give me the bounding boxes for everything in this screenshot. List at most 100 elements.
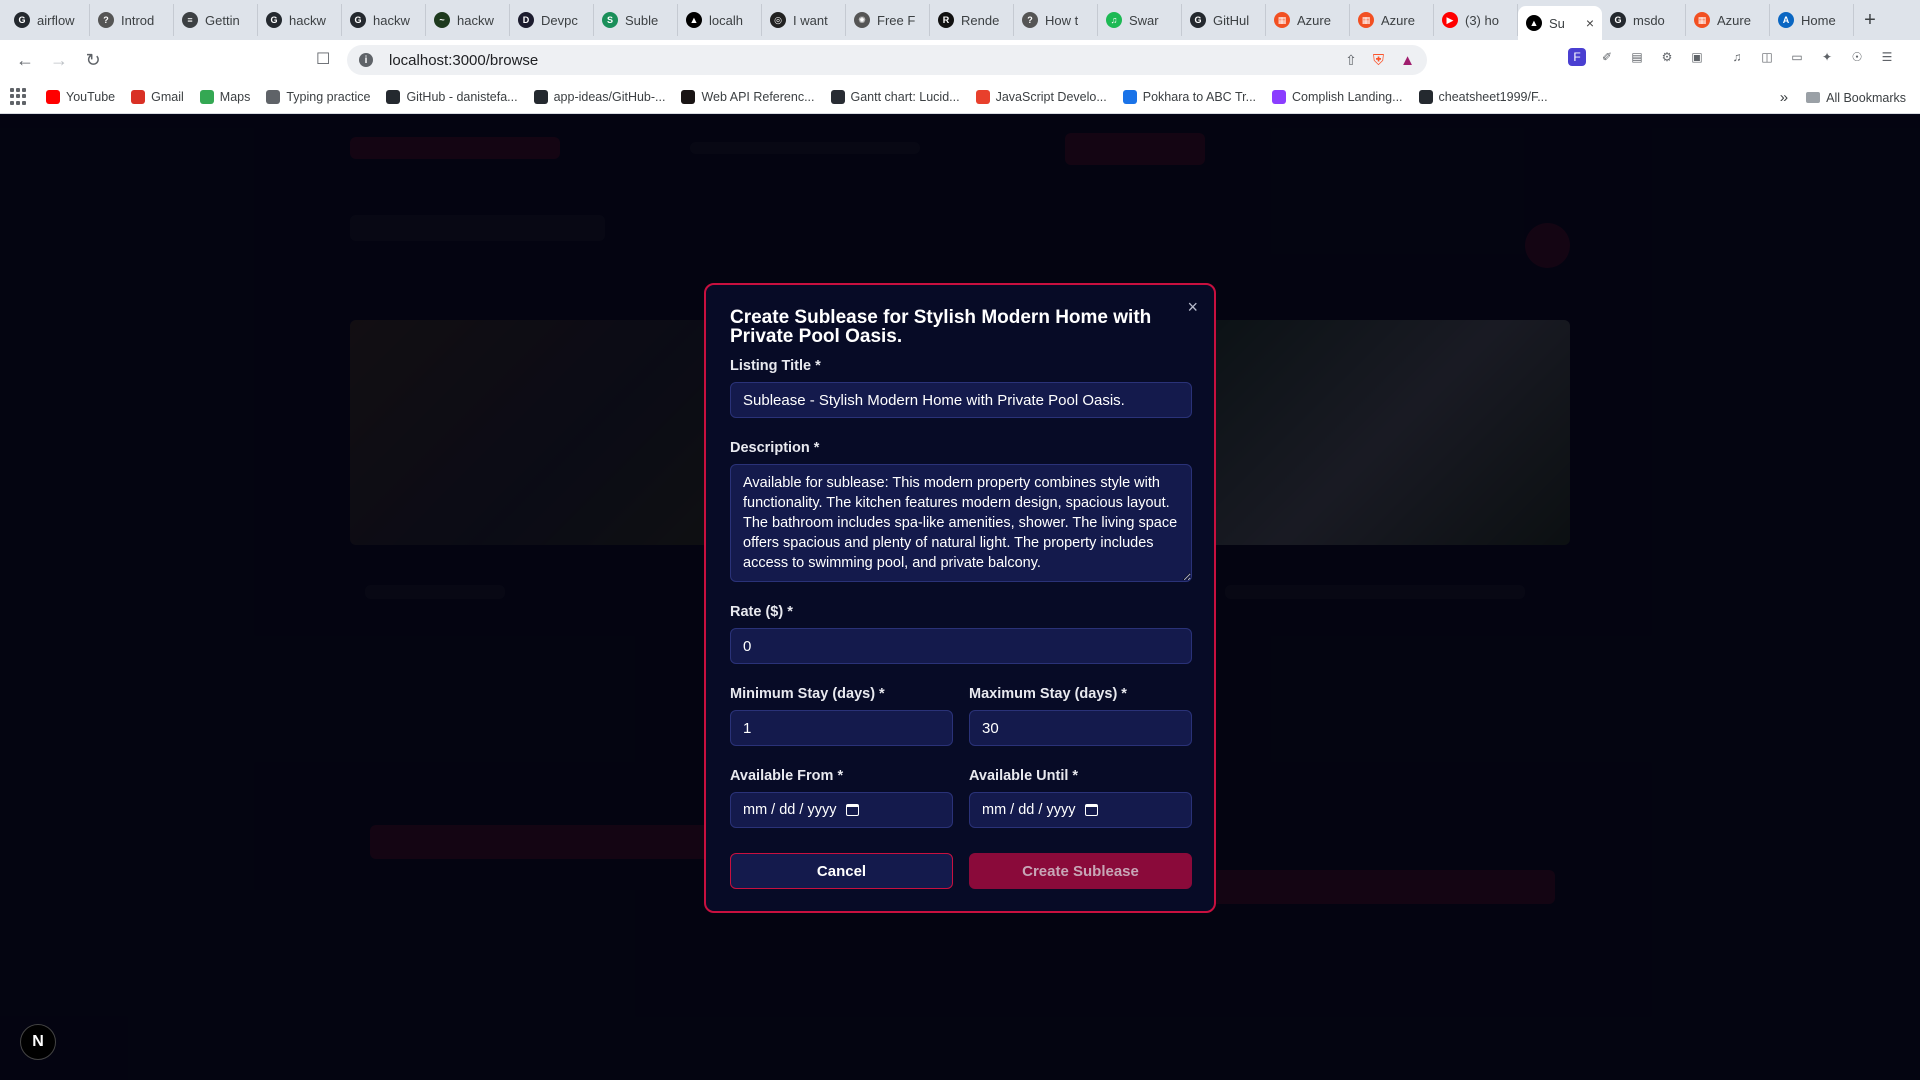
bookmark-label: Web API Referenc...	[701, 89, 815, 104]
menu-icon[interactable]: ☰	[1878, 48, 1896, 66]
bookmark-page-icon[interactable]: ☐	[316, 49, 330, 69]
bookmark-label: Gantt chart: Lucid...	[850, 89, 960, 104]
share-icon[interactable]: ⇧	[1345, 52, 1357, 69]
bookmark-favicon-icon	[131, 89, 146, 104]
bookmark-label: GitHub - danistefa...	[406, 89, 518, 104]
music-icon[interactable]: ♫	[1728, 48, 1746, 66]
bookmark-favicon-icon	[266, 89, 281, 104]
bookmarks-overflow-icon[interactable]: »	[1780, 89, 1788, 106]
stay-row: Minimum Stay (days) * 1 Maximum Stay (da…	[730, 686, 1192, 746]
extension-icon[interactable]: ▤	[1628, 48, 1646, 66]
tab-favicon-icon: G	[350, 12, 366, 28]
puzzle-icon[interactable]: ⚙	[1658, 48, 1676, 66]
reload-icon[interactable]: ↻	[78, 45, 108, 75]
bookmark-item[interactable]: JavaScript Develo...	[975, 89, 1107, 104]
available-from-input[interactable]: mm / dd / yyyy	[730, 792, 953, 828]
vpn-icon[interactable]: ☉	[1848, 48, 1866, 66]
address-bar[interactable]: i localhost:3000/browse ⇧ ⛨ ▲	[347, 45, 1427, 75]
browser-tab[interactable]: ▲ localh	[678, 4, 762, 36]
browser-tab[interactable]: ▦ Azure	[1350, 4, 1434, 36]
extension-icon[interactable]: ▣	[1688, 48, 1706, 66]
description-textarea[interactable]: Available for sublease: This modern prop…	[730, 464, 1192, 582]
bookmark-favicon-icon	[975, 89, 990, 104]
tab-close-icon[interactable]: ×	[1582, 15, 1594, 31]
min-stay-input[interactable]: 1	[730, 710, 953, 746]
extension-icon[interactable]: F	[1568, 48, 1586, 66]
browser-tab[interactable]: ◎ I want	[762, 4, 846, 36]
back-icon[interactable]: ←	[10, 45, 40, 75]
bookmark-item[interactable]: app-ideas/GitHub-...	[533, 89, 665, 104]
extensions-area: F ✐ ▤ ⚙ ▣ ♫ ◫ ▭ ✦ ☉ ☰	[1568, 48, 1896, 66]
bookmark-item[interactable]: Web API Referenc...	[681, 89, 815, 104]
tab-favicon-icon: ▦	[1274, 12, 1290, 28]
apps-grid-icon[interactable]	[10, 87, 28, 106]
leo-ai-icon[interactable]: ✦	[1818, 48, 1836, 66]
tab-label: airflow	[37, 12, 75, 28]
browser-tab[interactable]: Gairflow	[6, 4, 90, 36]
bookmark-item[interactable]: Gantt chart: Lucid...	[830, 89, 960, 104]
site-info-icon[interactable]: i	[359, 53, 373, 67]
browser-tab[interactable]: ✺ Free F	[846, 4, 930, 36]
modal-title: Create Sublease for Stylish Modern Home …	[730, 307, 1152, 347]
browser-tab[interactable]: Ghackw	[342, 4, 426, 36]
bookmark-item[interactable]: Gmail	[131, 89, 184, 104]
browser-tab[interactable]: A Home	[1770, 4, 1854, 36]
browser-tab[interactable]: ? How t	[1014, 4, 1098, 36]
bookmark-label: cheatsheet1999/F...	[1438, 89, 1548, 104]
browser-tab[interactable]: ~ hackw	[426, 4, 510, 36]
bookmark-item[interactable]: Pokhara to ABC Tr...	[1122, 89, 1256, 104]
available-until-input[interactable]: mm / dd / yyyy	[969, 792, 1192, 828]
bookmark-favicon-icon	[830, 89, 845, 104]
browser-tab[interactable]: ♫ Swar	[1098, 4, 1182, 36]
browser-tab[interactable]: Ghackw	[258, 4, 342, 36]
browser-tab[interactable]: ≡ Gettin	[174, 4, 258, 36]
description-label: Description *	[730, 440, 820, 456]
brave-shield-icon[interactable]: ⛨	[1373, 52, 1384, 69]
tab-active[interactable]: ▲ Su ×	[1518, 6, 1602, 40]
browser-tab[interactable]: Gmsdo	[1602, 4, 1686, 36]
calendar-icon[interactable]	[1085, 804, 1099, 816]
url-text: localhost:3000/browse	[389, 51, 539, 69]
bookmark-item[interactable]: YouTube	[46, 89, 115, 104]
brave-rewards-icon[interactable]: ▲	[1400, 52, 1415, 69]
extension-icon[interactable]: ✐	[1598, 48, 1616, 66]
rate-input[interactable]: 0	[730, 628, 1192, 664]
bookmark-item[interactable]: Typing practice	[266, 89, 370, 104]
bookmark-item[interactable]: Maps	[199, 89, 250, 104]
nextjs-dev-badge[interactable]: N	[20, 1024, 56, 1060]
max-stay-input[interactable]: 30	[969, 710, 1192, 746]
calendar-icon[interactable]	[846, 804, 860, 816]
bookmark-favicon-icon	[533, 89, 548, 104]
browser-tab[interactable]: D Devpc	[510, 4, 594, 36]
listing-title-input[interactable]: Sublease - Stylish Modern Home with Priv…	[730, 382, 1192, 418]
new-tab-button[interactable]: +	[1854, 4, 1886, 36]
bookmark-item[interactable]: Complish Landing...	[1272, 89, 1403, 104]
bookmark-favicon-icon	[681, 89, 696, 104]
browser-tab[interactable]: R Rende	[930, 4, 1014, 36]
browser-tab[interactable]: G GitHul	[1182, 4, 1266, 36]
tab-favicon-icon: ?	[98, 12, 114, 28]
browser-tab[interactable]: ▦ Azure	[1686, 4, 1770, 36]
tab-favicon-icon: ◎	[770, 12, 786, 28]
available-from-placeholder: mm / dd / yyyy	[743, 802, 837, 818]
forward-icon[interactable]: →	[44, 45, 74, 75]
browser-tab[interactable]: S Suble	[594, 4, 678, 36]
browser-tab[interactable]: ? Introd	[90, 4, 174, 36]
bookmark-item[interactable]: GitHub - danistefa...	[386, 89, 518, 104]
bookmark-item[interactable]: cheatsheet1999/F...	[1418, 89, 1548, 104]
cancel-button[interactable]: Cancel	[730, 853, 953, 889]
all-bookmarks[interactable]: All Bookmarks	[1806, 91, 1906, 105]
close-icon[interactable]: ×	[1187, 297, 1198, 318]
tab-label: Introd	[121, 12, 155, 28]
browser-tab[interactable]: ▦ Azure	[1266, 4, 1350, 36]
sidebar-icon[interactable]: ◫	[1758, 48, 1776, 66]
create-sublease-button[interactable]: Create Sublease	[969, 853, 1192, 889]
tab-favicon-icon: ▲	[686, 12, 702, 28]
rate-label: Rate ($) *	[730, 604, 793, 620]
bookmark-favicon-icon	[46, 89, 60, 104]
browser-tab[interactable]: ▶ (3) ho	[1434, 4, 1518, 36]
tab-favicon-icon: ≡	[182, 12, 198, 28]
wallet-icon[interactable]: ▭	[1788, 48, 1806, 66]
available-until-placeholder: mm / dd / yyyy	[982, 802, 1076, 818]
tab-favicon-icon: R	[938, 12, 954, 28]
